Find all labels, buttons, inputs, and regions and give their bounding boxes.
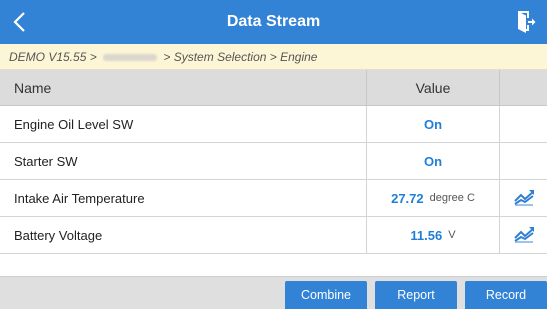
row-graph-cell [499,106,547,142]
line-graph-icon[interactable] [513,226,535,244]
data-stream-table: Name Value Engine Oil Level SW On Starte… [0,70,547,254]
row-value: On [423,116,443,132]
line-graph-icon[interactable] [513,189,535,207]
breadcrumb-prefix: DEMO V15.55 > [9,50,101,64]
row-graph-cell [499,217,547,253]
title-bar: Data Stream [0,0,547,44]
row-value-cell: 27.72 degree C [366,180,499,216]
table-row[interactable]: Starter SW On [0,143,547,180]
exit-button[interactable] [503,0,547,44]
row-name: Intake Air Temperature [14,190,145,206]
row-value-cell: On [366,106,499,142]
row-name: Battery Voltage [14,227,103,243]
row-value: On [423,153,443,169]
breadcrumb-suffix: > System Selection > Engine [160,50,318,64]
exit-door-icon [518,11,536,33]
table-row[interactable]: Intake Air Temperature 27.72 degree C [0,180,547,217]
row-graph-cell [499,180,547,216]
table-row[interactable]: Engine Oil Level SW On [0,106,547,143]
row-value: 11.56 [410,227,443,243]
redacted-vin [103,54,158,62]
row-value-cell: 11.56 V [366,217,499,253]
record-button[interactable]: Record [465,281,547,309]
column-header-graph [499,70,547,105]
row-name: Engine Oil Level SW [14,116,134,132]
page-title: Data Stream [226,13,321,30]
row-value: 27.72 [391,190,424,206]
bottom-toolbar: Combine Report Record [0,276,547,309]
column-header-value: Value [366,70,499,105]
row-graph-cell [499,143,547,179]
breadcrumb: DEMO V15.55 > > System Selection > Engin… [0,44,547,70]
row-unit: V [448,229,456,241]
column-header-name: Name [14,79,52,96]
table-header: Name Value [0,70,547,106]
report-button[interactable]: Report [375,281,457,309]
row-unit: degree C [429,192,475,204]
table-row[interactable]: Battery Voltage 11.56 V [0,217,547,254]
row-value-cell: On [366,143,499,179]
combine-button[interactable]: Combine [285,281,367,309]
row-name: Starter SW [14,153,78,169]
